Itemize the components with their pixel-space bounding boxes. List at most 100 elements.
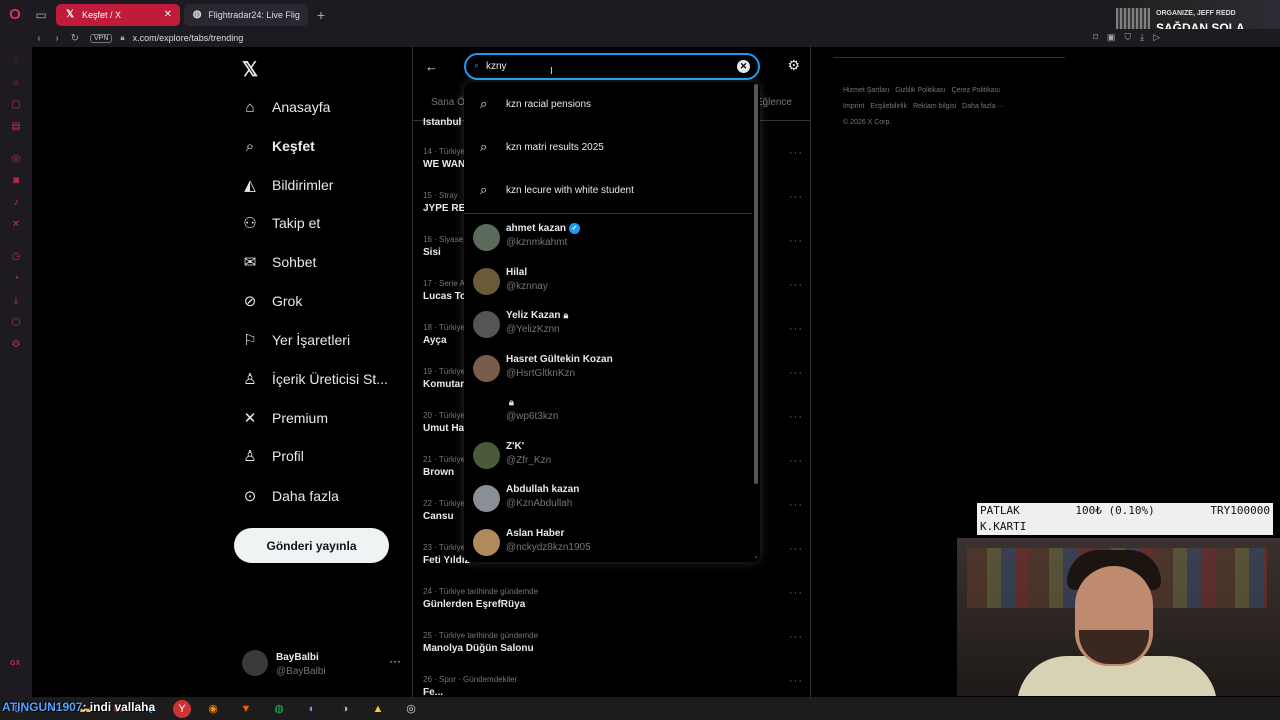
play-icon[interactable]: ▷ (1153, 32, 1160, 43)
tab-for-you[interactable]: Sana Ö (431, 97, 465, 108)
account-switcher[interactable]: BayBalbi @BayBalbi ··· (242, 650, 407, 680)
x-logo-icon[interactable]: 𝕏 (242, 57, 258, 82)
more-icon[interactable]: ··· (789, 323, 803, 335)
post-button[interactable]: Gönderi yayınla (234, 528, 389, 563)
tab-kesfet[interactable]: 𝕏 Keşfet / X ✕ (56, 3, 180, 26)
tab-entertainment[interactable]: Eğlence (756, 97, 792, 108)
back-icon[interactable]: ‹ (30, 33, 48, 44)
steam-icon[interactable]: ◑ (334, 700, 356, 718)
app2-taskbar-icon[interactable]: ▲ (367, 700, 389, 718)
url-field[interactable]: x.com/explore/tabs/trending (133, 33, 244, 43)
user-result[interactable]: Abdullah kazan @KznAbdullah (464, 479, 750, 522)
search-suggestion[interactable]: ⌕ kzn lecure with white student (464, 169, 750, 211)
obs-icon[interactable]: ◎ (400, 700, 422, 718)
lock-icon[interactable]: 🔒︎ (120, 33, 124, 43)
more-icon[interactable]: ··· (789, 631, 803, 643)
sidebar-tiktok-icon[interactable]: ♪ (0, 191, 32, 213)
user-result[interactable]: Hilal @kznnay (464, 262, 750, 305)
nav-explore[interactable]: ⌕ Keşfet (242, 134, 315, 158)
user-result[interactable]: ahmet kazan ✓ @kznmkahmt (464, 218, 750, 261)
more-icon[interactable]: ··· (789, 455, 803, 467)
nav-messages[interactable]: ✉ Sohbet (242, 250, 317, 274)
sidebar-gaming-icon[interactable]: ⌂ (0, 71, 32, 93)
opera-logo-icon[interactable]: O (0, 0, 30, 29)
more-icon[interactable]: ··· (789, 147, 803, 159)
user-result[interactable]: 🔒︎ @wp6t3kzn (464, 392, 750, 435)
footer-link[interactable]: Reklam bilgisi (913, 103, 956, 110)
nav-label: Anasayfa (272, 99, 331, 115)
user-result[interactable]: Z'K' @Zfr_Kzn (464, 436, 750, 479)
more-icon[interactable]: ··· (789, 367, 803, 379)
sidebar-history-icon[interactable]: ◷ (0, 245, 32, 267)
sidebar-instagram-icon[interactable]: ◙ (0, 169, 32, 191)
screenshot-icon[interactable]: ▣ (1107, 32, 1116, 43)
sidebar-ai-icon[interactable]: ◌ (0, 49, 32, 71)
user-result[interactable]: Hasret Gültekin Kozan @HsrtGltknKzn (464, 349, 750, 392)
vpn-badge[interactable]: VPN (90, 33, 113, 43)
user-name-row: Hilal (506, 267, 527, 278)
nav-more[interactable]: ⊙ Daha fazla (242, 484, 339, 508)
more-icon[interactable]: ··· (789, 191, 803, 203)
nav-premium[interactable]: ✕ Premium (242, 406, 328, 430)
footer-link[interactable]: Imprint (843, 103, 864, 110)
nav-bookmarks[interactable]: ⚐ Yer İşaretleri (242, 328, 350, 352)
trend-item[interactable]: 25 · Türkiye tarihinde gündemde Manolya D… (423, 631, 803, 671)
search-suggestion[interactable]: ⌕ kzn racial pensions (464, 83, 750, 125)
search-input[interactable] (486, 58, 726, 75)
more-icon[interactable]: ··· (789, 675, 803, 687)
shield-icon[interactable]: ⛉ (1124, 32, 1131, 43)
nav-home[interactable]: ⌂ Anasayfa (242, 95, 330, 119)
gear-icon[interactable]: ⚙ (787, 57, 800, 74)
nav-grok[interactable]: ⊘ Grok (242, 289, 303, 313)
bookmark-icon: ⚐ (243, 332, 257, 349)
user-handle: @KznAbdullah (506, 498, 573, 509)
more-icon[interactable]: ··· (789, 499, 803, 511)
yandex-icon[interactable]: Y (173, 699, 191, 718)
sidebar-twitch-icon[interactable]: ▢ (0, 93, 32, 115)
more-icon[interactable]: ··· (389, 654, 401, 668)
more-icon[interactable]: ··· (789, 235, 803, 247)
discord-icon[interactable]: ◐ (301, 700, 323, 718)
sidebar-download-icon[interactable]: ⤓ (0, 289, 32, 311)
search-suggestion[interactable]: ⌕ kzn matri results 2025 (464, 126, 750, 168)
nav-creator-studio[interactable]: ♙ İçerik Üreticisi St... (242, 367, 388, 391)
sidebar-whatsapp-icon[interactable]: ◎ (0, 147, 32, 169)
nav-notifications[interactable]: ◭ Bildirimler (242, 173, 333, 197)
new-tab-button[interactable]: + (312, 7, 330, 23)
tab-flightradar[interactable]: ◍ Flightradar24: Live Flight T (184, 3, 308, 26)
brave-icon[interactable]: ▼ (235, 700, 257, 718)
footer-link[interactable]: © 2026 X Corp. (843, 119, 891, 126)
footer-link[interactable]: Çerez Politikası (951, 87, 1000, 94)
tab-menu-icon[interactable]: ▭ (30, 4, 52, 26)
back-arrow-icon[interactable]: ← (425, 59, 438, 74)
user-result[interactable]: Aslan Haber @nckydz8kzn1905 (464, 523, 750, 563)
more-icon[interactable]: ··· (789, 411, 803, 423)
footer-link[interactable]: Erişilebilirlik (870, 103, 907, 110)
nav-follow[interactable]: ⚇ Takip et (242, 211, 320, 235)
more-icon[interactable]: ··· (789, 279, 803, 291)
reload-icon[interactable]: ↻ (66, 33, 84, 44)
footer-link[interactable]: Daha fazla ··· (962, 103, 1004, 110)
user-result[interactable]: Yeliz Kazan 🔒︎ @YelizKznn (464, 305, 750, 348)
download-icon[interactable]: ⤓ (1140, 32, 1144, 43)
dropdown-scrollbar[interactable] (754, 84, 758, 484)
spotify-icon[interactable]: ◍ (268, 700, 290, 718)
bookmark-icon[interactable]: ⌑ (1093, 32, 1098, 43)
sidebar-news-icon[interactable]: ▤ (0, 115, 32, 137)
scroll-down-icon[interactable]: ⌄ (753, 552, 759, 560)
search-box[interactable]: ⌕ ✕ (464, 53, 760, 80)
clear-search-icon[interactable]: ✕ (737, 60, 750, 73)
nav-profile[interactable]: ♙ Profil (242, 444, 304, 468)
trend-item[interactable]: 24 · Türkiye tarihinde gündemde Günlerden… (423, 587, 803, 627)
sidebar-extension-icon[interactable]: ⬡ (0, 311, 32, 333)
sidebar-clock-icon[interactable]: ◔ (0, 267, 32, 289)
footer-link[interactable]: Gizlilik Politikası (895, 87, 945, 94)
sidebar-x-icon[interactable]: ✕ (0, 213, 32, 235)
forward-icon[interactable]: › (48, 33, 66, 44)
footer-link[interactable]: Hizmet Şartları (843, 87, 889, 94)
more-icon[interactable]: ··· (789, 543, 803, 555)
close-icon[interactable]: ✕ (164, 9, 172, 20)
more-icon[interactable]: ··· (789, 587, 803, 599)
firefox-icon[interactable]: ◉ (202, 700, 224, 718)
sidebar-settings-icon[interactable]: ⚙ (0, 333, 32, 355)
